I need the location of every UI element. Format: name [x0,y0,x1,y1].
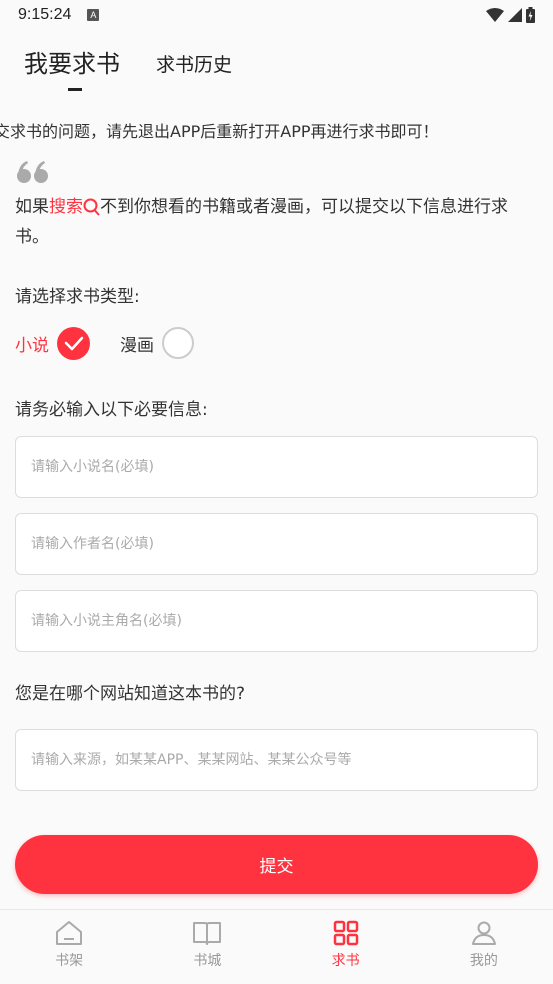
notice-text: 交求书的问题，请先退出APP后重新打开APP再进行求书即可！ [0,122,439,141]
author-name-field[interactable] [15,513,538,575]
source-label: 您是在哪个网站知道这本书的? [15,684,246,704]
nav-request[interactable]: 求书 [277,910,415,984]
nav-bookshelf[interactable]: 书架 [0,910,138,984]
book-icon [193,922,222,945]
nav-bookshelf-label: 书架 [55,953,84,969]
signal-icon [508,8,522,22]
search-icon[interactable] [83,198,100,216]
submit-button[interactable]: 提交 [15,835,538,894]
protagonist-field[interactable] [15,590,538,652]
notice-marquee: 交求书的问题，请先退出APP后重新打开APP再进行求书即可！ [0,118,553,142]
type-selector: 小说 漫画 [15,326,194,360]
wifi-icon [486,8,504,22]
top-tabs: 我要求书 求书历史 [24,44,232,91]
novel-name-input[interactable] [16,437,537,497]
user-icon [471,921,496,945]
notification-a-icon: A [87,9,100,21]
tab-request-history[interactable]: 求书历史 [156,50,232,79]
author-name-input[interactable] [16,514,537,574]
nav-bookstore[interactable]: 书城 [138,910,276,984]
radio-novel-checked[interactable] [57,326,90,360]
tab-request-book-label: 我要求书 [24,50,120,78]
active-tab-indicator [68,88,82,91]
status-icons [486,7,535,23]
nav-request-label: 求书 [331,953,360,969]
nav-bookstore-label: 书城 [193,953,222,969]
source-input[interactable] [16,730,537,790]
check-icon [64,336,83,351]
nav-mine[interactable]: 我的 [415,910,553,984]
radio-novel-label[interactable]: 小说 [15,331,49,356]
intro-before: 如果 [15,197,49,217]
nav-mine-label: 我的 [469,953,498,969]
type-label: 请选择求书类型: [15,287,140,307]
intro-search-link[interactable]: 搜索 [49,197,83,217]
source-field[interactable] [15,729,538,791]
radio-comic-label[interactable]: 漫画 [120,331,154,356]
info-label: 请务必输入以下必要信息: [15,400,208,420]
home-icon [56,921,83,945]
status-bar: 9:15:24 A [0,0,553,30]
intro-text: 如果搜索 不到你想看的书籍或者漫画，可以提交以下信息进行求书。 [15,192,525,252]
protagonist-input[interactable] [16,591,537,651]
tab-request-book[interactable]: 我要求书 [24,44,120,91]
radio-comic-unchecked[interactable] [162,327,194,359]
battery-icon [526,7,535,23]
grid-icon [333,920,358,946]
bottom-nav: 书架 书城 求书 我的 [0,909,553,984]
quote-icon [17,161,48,183]
novel-name-field[interactable] [15,436,538,498]
status-time: 9:15:24 [18,6,72,23]
